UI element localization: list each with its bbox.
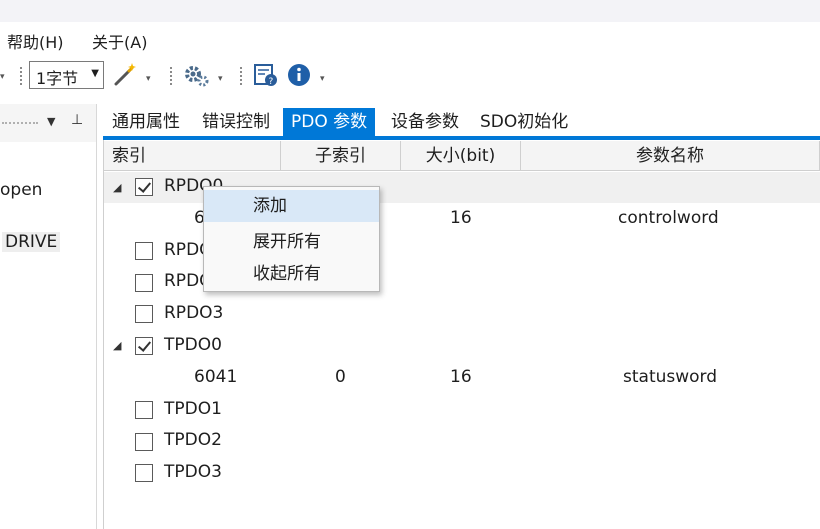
- tab-device-params[interactable]: 设备参数: [389, 108, 461, 136]
- collapse-arrow-icon[interactable]: ◢: [113, 339, 121, 352]
- left-panel-header: ▼ ⊥: [0, 104, 96, 142]
- tree-node-tpdo0[interactable]: TPDO0: [164, 335, 222, 355]
- column-header-size[interactable]: 大小(bit): [401, 141, 521, 171]
- checkbox-rpdo3[interactable]: [135, 305, 153, 323]
- toolbar: ▾ 1字节 ▼ ▾ ▾ ? ▾: [0, 56, 820, 98]
- tree-node-rpdo3[interactable]: RPDO3: [164, 303, 223, 323]
- wand-dropdown-icon[interactable]: ▾: [146, 74, 151, 84]
- magic-wand-icon[interactable]: [112, 62, 138, 88]
- context-menu: 添加 展开所有 收起所有: [203, 186, 380, 292]
- help-doc-icon[interactable]: ?: [253, 62, 279, 88]
- column-header-subindex[interactable]: 子索引: [281, 141, 401, 171]
- cell-param-name: controlword: [618, 208, 719, 228]
- byte-size-select[interactable]: 1字节 ▼: [29, 61, 104, 89]
- collapse-arrow-icon[interactable]: ◢: [113, 181, 121, 194]
- toolbar-grip[interactable]: [20, 67, 25, 85]
- panel-grip[interactable]: [2, 122, 38, 127]
- tab-error-control[interactable]: 错误控制: [200, 108, 272, 136]
- gear-settings-icon[interactable]: [183, 62, 211, 88]
- menu-bar: 帮助(H) 关于(A): [0, 22, 820, 56]
- cell-size: 16: [450, 208, 472, 228]
- cell-param-name: statusword: [623, 367, 718, 387]
- tab-pdo[interactable]: PDO 参数: [283, 108, 376, 136]
- tab-sdo-init[interactable]: SDO初始化: [478, 108, 570, 136]
- column-header-param-name[interactable]: 参数名称: [521, 141, 820, 171]
- tree-item-drive[interactable]: DRIVE: [2, 232, 61, 252]
- svg-text:?: ?: [269, 77, 274, 87]
- menu-about[interactable]: 关于(A): [92, 29, 147, 53]
- info-dropdown-icon[interactable]: ▾: [320, 74, 325, 84]
- cell-size: 16: [450, 367, 472, 387]
- gear-dropdown-icon[interactable]: ▾: [218, 74, 223, 84]
- checkbox-tpdo2[interactable]: [135, 433, 153, 451]
- checkbox-rpdo2[interactable]: [135, 274, 153, 292]
- column-header-index[interactable]: 索引: [104, 141, 281, 171]
- tree-node-tpdo1[interactable]: TPDO1: [164, 399, 222, 419]
- pin-icon[interactable]: ⊥: [71, 112, 83, 128]
- context-menu-add[interactable]: 添加: [204, 190, 379, 222]
- cell-index: 6041: [194, 367, 238, 387]
- checkbox-rpdo1[interactable]: [135, 242, 153, 260]
- chevron-down-icon: ▼: [91, 68, 99, 79]
- tree-item-open[interactable]: open: [0, 180, 42, 200]
- tree-node-rpdo2[interactable]: RPDO2: [164, 271, 204, 291]
- toolbar-overflow-icon[interactable]: ▾: [0, 72, 5, 82]
- checkbox-tpdo3[interactable]: [135, 464, 153, 482]
- checkbox-tpdo1[interactable]: [135, 401, 153, 419]
- menu-help[interactable]: 帮助(H): [7, 29, 64, 53]
- context-menu-expand-all[interactable]: 展开所有: [204, 226, 379, 258]
- checkbox-rpdo0[interactable]: [135, 178, 153, 196]
- info-icon[interactable]: [286, 62, 312, 88]
- panel-menu-icon[interactable]: ▼: [47, 115, 55, 128]
- toolbar-grip-3[interactable]: [240, 67, 245, 85]
- tree-node-tpdo3[interactable]: TPDO3: [164, 462, 222, 482]
- title-bar: [0, 0, 820, 22]
- context-menu-collapse-all[interactable]: 收起所有: [204, 258, 379, 290]
- tree-node-tpdo2[interactable]: TPDO2: [164, 430, 222, 450]
- byte-size-value: 1字节: [36, 69, 79, 88]
- left-panel: [0, 104, 97, 529]
- checkbox-tpdo0[interactable]: [135, 337, 153, 355]
- cell-subindex: 0: [335, 367, 346, 387]
- toolbar-grip-2[interactable]: [170, 67, 175, 85]
- tab-general[interactable]: 通用属性: [110, 108, 182, 136]
- tree-node-rpdo1[interactable]: RPDO1: [164, 240, 204, 260]
